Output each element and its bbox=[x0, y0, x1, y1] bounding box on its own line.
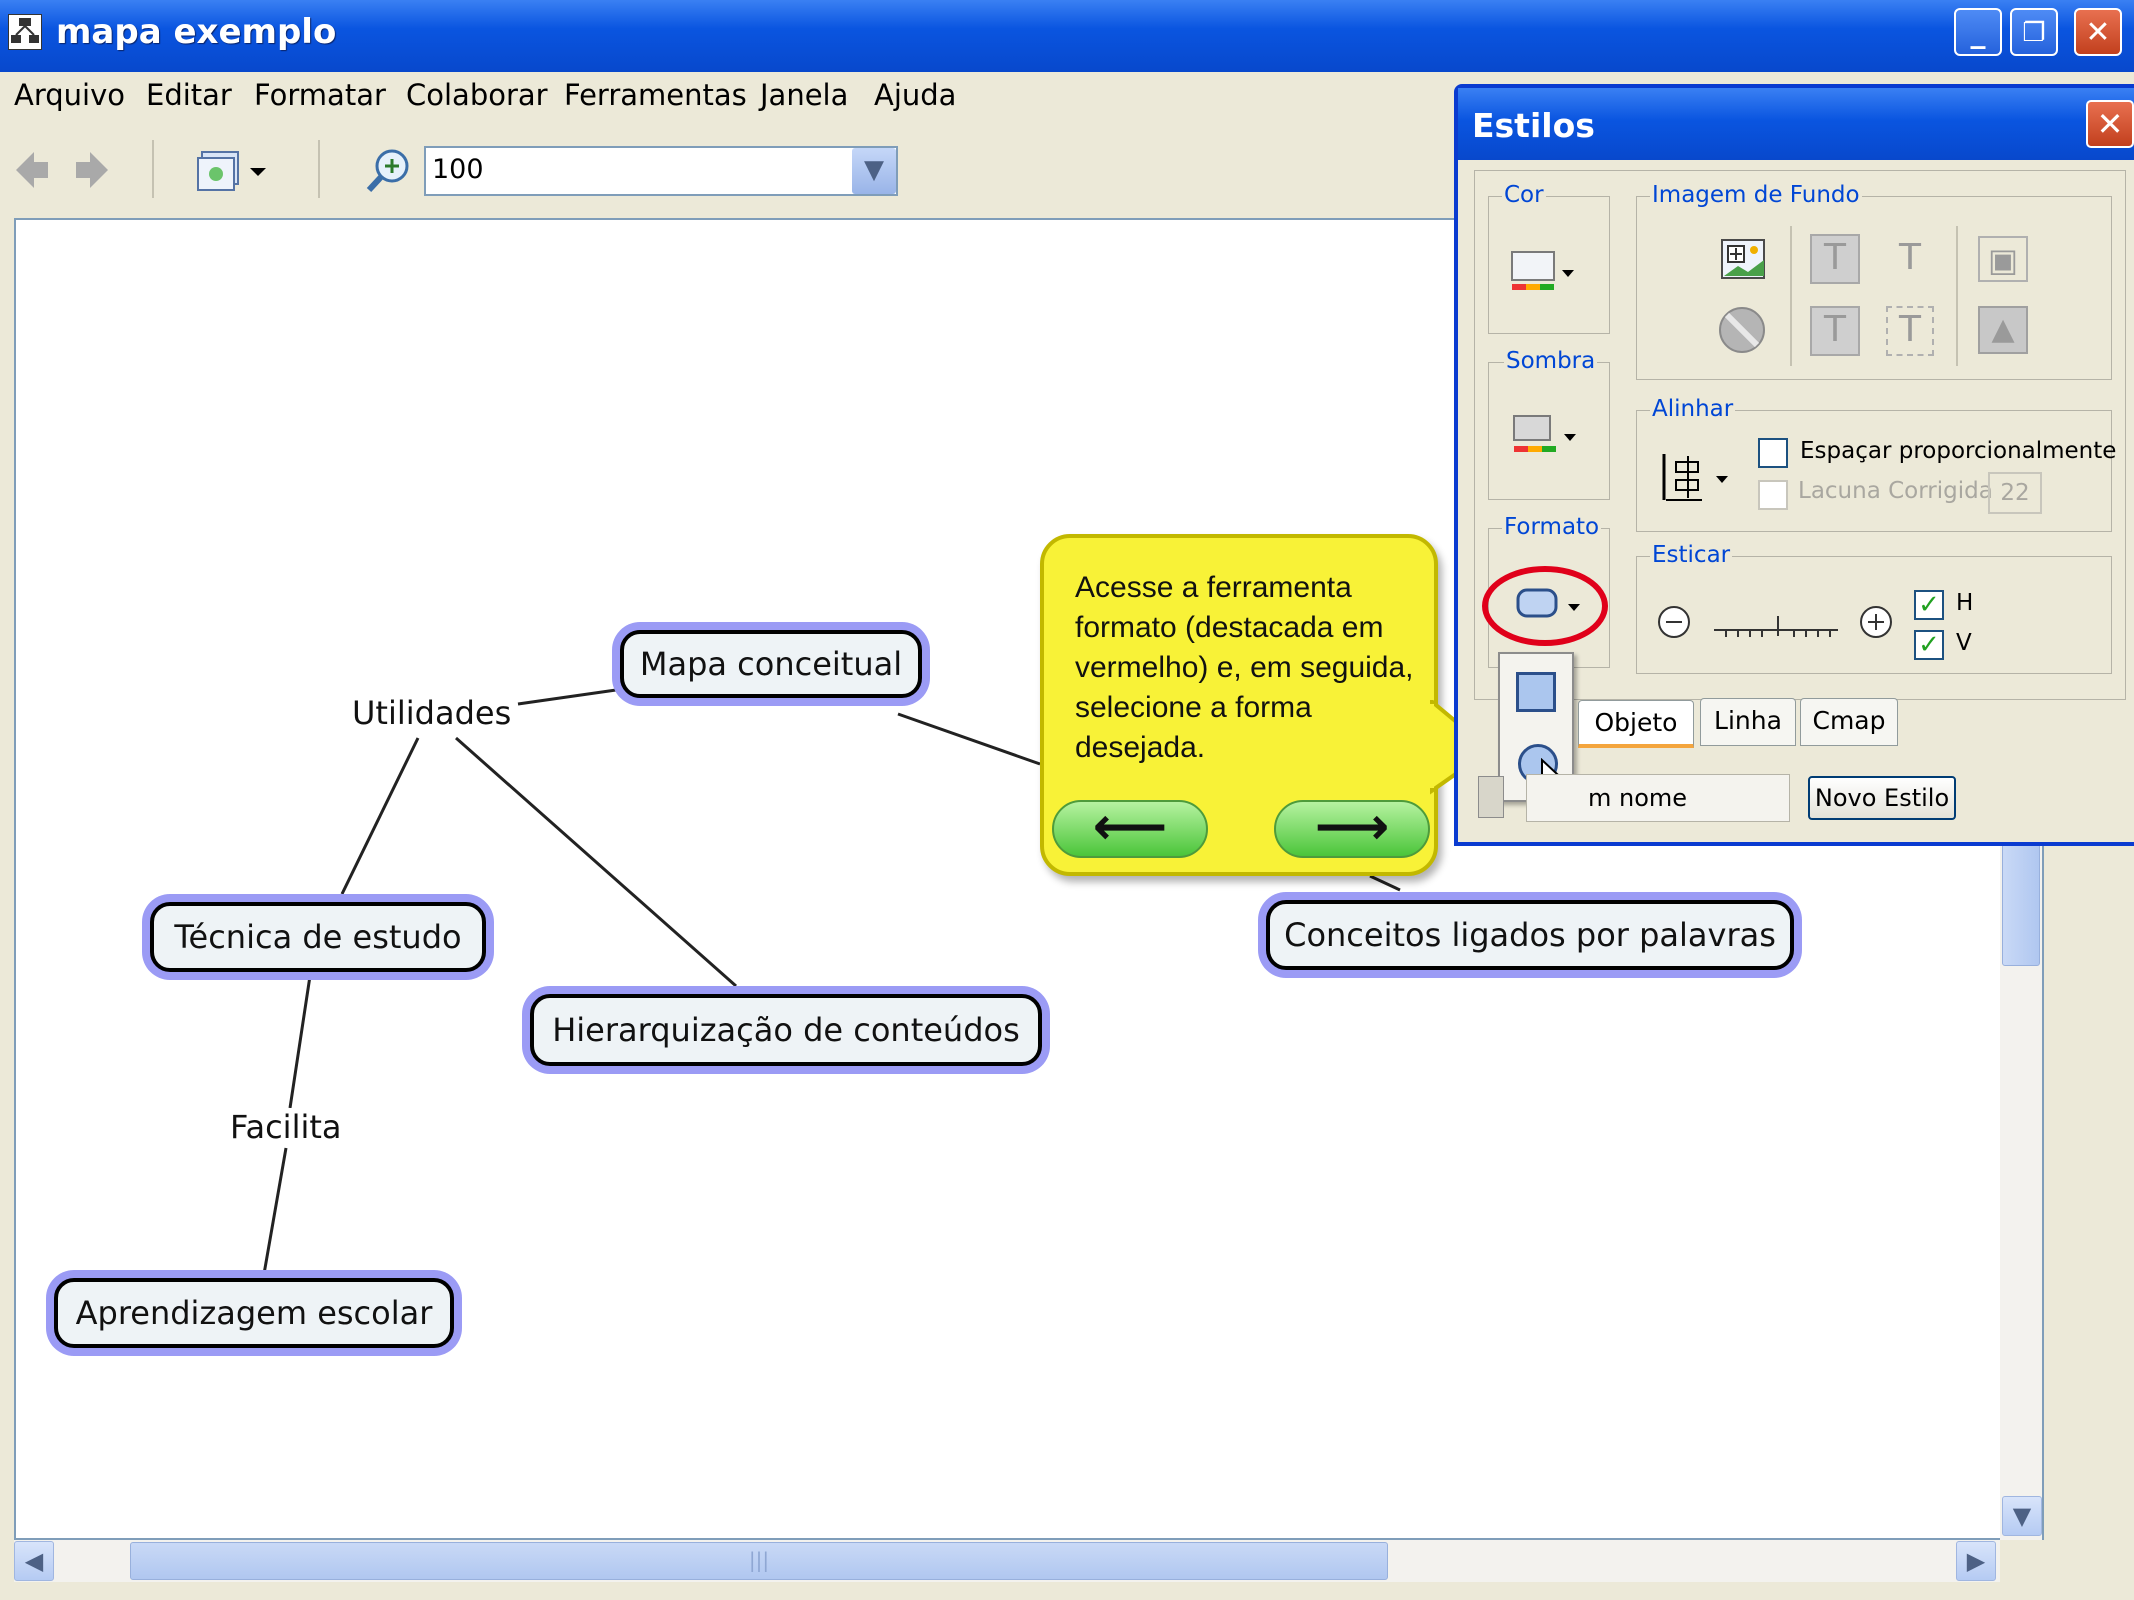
lacuna-label: Lacuna Corrigida bbox=[1798, 478, 1993, 504]
sombra-label: Sombra bbox=[1504, 348, 1598, 374]
imagem-de-fundo-group bbox=[1636, 196, 2112, 380]
link-conceitos-lower bbox=[1369, 874, 1401, 892]
tab-linha[interactable]: Linha bbox=[1700, 698, 1796, 746]
group-divider bbox=[1790, 226, 1792, 366]
concept-node[interactable]: Hierarquização de conteúdos bbox=[530, 994, 1042, 1066]
scroll-right-button[interactable]: ▶ bbox=[1956, 1541, 1996, 1581]
chevron-right-icon: ▶ bbox=[1966, 1547, 1986, 1575]
align-distribute-icon[interactable] bbox=[1658, 450, 1738, 510]
callout-previous-button[interactable]: ⟵ bbox=[1052, 800, 1208, 858]
group-divider bbox=[1956, 226, 1958, 366]
close-icon: ✕ bbox=[2096, 105, 2124, 143]
cor-label: Cor bbox=[1502, 182, 1546, 208]
link-mapa-conceitos bbox=[897, 712, 1041, 766]
fill-color-button[interactable] bbox=[1510, 250, 1580, 304]
link-tecnica-facilita bbox=[288, 975, 312, 1109]
arrow-right-icon: ⟶ bbox=[1314, 797, 1390, 857]
text-scale-icon[interactable]: T bbox=[1886, 236, 1934, 282]
link-utilidades-hierarquizacao bbox=[455, 736, 737, 988]
style-list-toggle[interactable] bbox=[1478, 776, 1504, 818]
chevron-left-icon: ◀ bbox=[24, 1547, 44, 1575]
chevron-down-icon: ▼ bbox=[2012, 1502, 2032, 1530]
rectangle-shape-option[interactable] bbox=[1516, 672, 1556, 712]
shadow-color-button[interactable] bbox=[1512, 414, 1582, 468]
grow-icon[interactable] bbox=[1858, 604, 1894, 644]
image-tile-icon[interactable]: ▲ bbox=[1978, 306, 2028, 354]
tab-cmap[interactable]: Cmap bbox=[1800, 698, 1898, 746]
callout-next-button[interactable]: ⟶ bbox=[1274, 800, 1430, 858]
tab-objeto[interactable]: Objeto bbox=[1578, 700, 1694, 748]
horizontal-scroll-thumb[interactable]: ||| bbox=[130, 1542, 1388, 1580]
link-facilita-aprendizagem bbox=[262, 1147, 288, 1275]
espacar-label: Espaçar proporcionalmente bbox=[1800, 438, 2117, 464]
concept-node[interactable]: Aprendizagem escolar bbox=[54, 1278, 454, 1348]
espacar-checkbox[interactable] bbox=[1758, 438, 1788, 468]
new-style-button[interactable]: Novo Estilo bbox=[1808, 776, 1956, 820]
esticar-label: Esticar bbox=[1650, 542, 1733, 568]
text-background-icon[interactable]: T bbox=[1810, 234, 1860, 284]
styles-panel-close-button[interactable]: ✕ bbox=[2086, 100, 2134, 148]
scroll-left-button[interactable]: ◀ bbox=[14, 1541, 54, 1581]
image-scale-icon[interactable]: ▣ bbox=[1978, 236, 2028, 282]
styles-panel-title: Estilos bbox=[1472, 106, 1595, 145]
remove-background-icon[interactable] bbox=[1716, 304, 1768, 367]
linking-phrase-facilita[interactable]: Facilita bbox=[230, 1108, 342, 1146]
imagem-de-fundo-label: Imagem de Fundo bbox=[1650, 182, 1862, 208]
concept-node[interactable]: Conceitos ligados por palavras bbox=[1266, 900, 1794, 970]
alinhar-label: Alinhar bbox=[1650, 396, 1736, 422]
linking-phrase-utilidades[interactable]: Utilidades bbox=[352, 694, 512, 732]
lacuna-checkbox bbox=[1758, 480, 1788, 510]
formato-label: Formato bbox=[1502, 514, 1602, 540]
add-background-image-icon[interactable] bbox=[1720, 236, 1768, 288]
stretch-slider[interactable] bbox=[1712, 610, 1842, 644]
callout-text: Acesse a ferramenta formato (destacada e… bbox=[1075, 571, 1414, 764]
link-utilidades-mapa bbox=[517, 688, 617, 706]
style-name-text: m nome bbox=[1588, 784, 1688, 812]
concept-node[interactable]: Mapa conceitual bbox=[620, 630, 922, 698]
stretch-v-label: V bbox=[1956, 630, 1972, 656]
stretch-v-checkbox[interactable]: ✓ bbox=[1914, 630, 1944, 660]
concept-node[interactable]: Técnica de estudo bbox=[150, 902, 486, 972]
text-stretch-icon[interactable]: T bbox=[1886, 306, 1934, 356]
stretch-h-checkbox[interactable]: ✓ bbox=[1914, 590, 1944, 620]
shrink-icon[interactable] bbox=[1656, 604, 1692, 644]
shape-format-button[interactable] bbox=[1516, 586, 1586, 630]
scroll-down-button[interactable]: ▼ bbox=[2002, 1496, 2042, 1536]
text-tile-icon[interactable]: T bbox=[1810, 306, 1860, 356]
link-utilidades-tecnica bbox=[340, 737, 420, 895]
stretch-h-label: H bbox=[1956, 590, 1974, 616]
arrow-left-icon: ⟵ bbox=[1092, 797, 1168, 857]
lacuna-value-field: 22 bbox=[1988, 472, 2042, 514]
